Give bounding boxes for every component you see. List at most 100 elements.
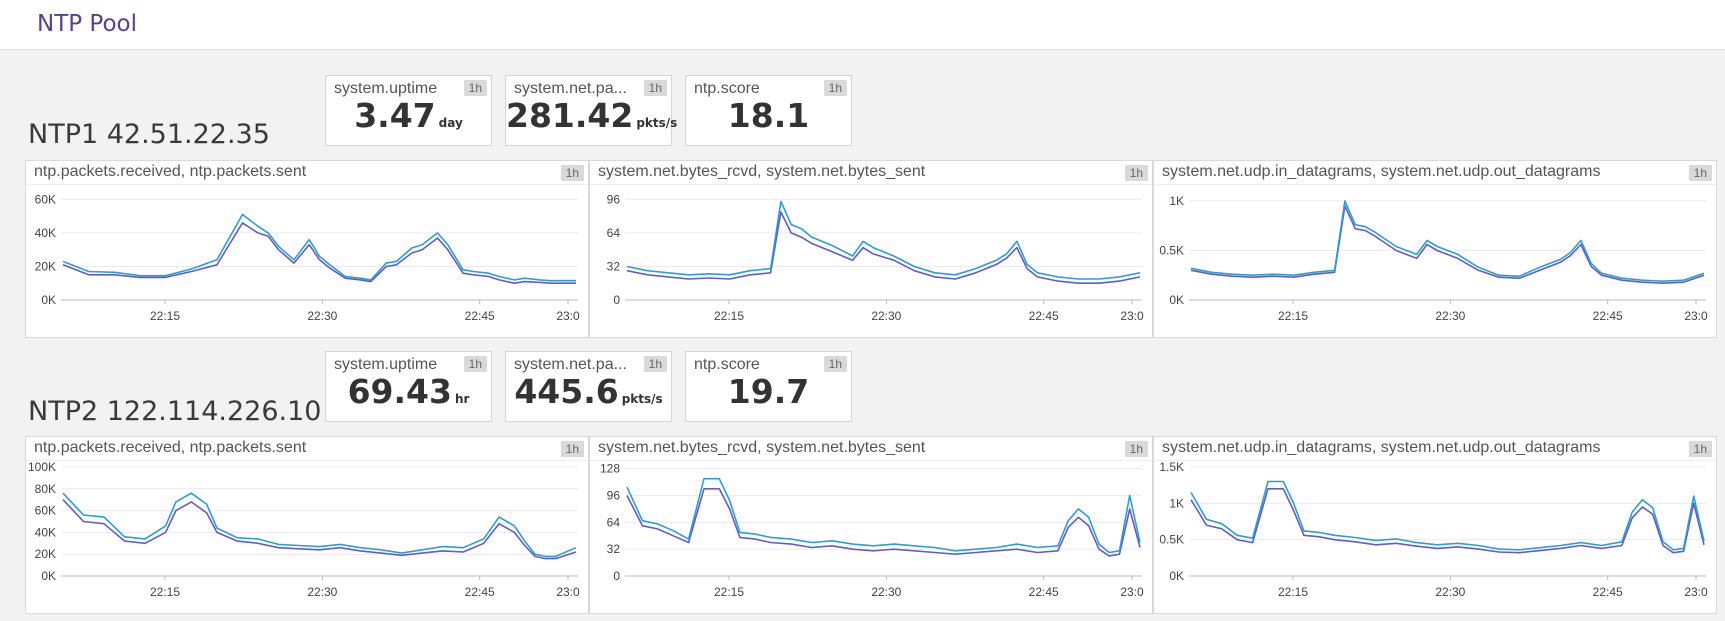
- series-line: [62, 499, 577, 560]
- time-badge: 1h: [560, 441, 584, 457]
- graph-title: ntp.packets.received, ntp.packets.sent: [34, 439, 307, 456]
- query-value-net-packets[interactable]: system.net.pa... 1h 445.6 pkts/s: [505, 351, 672, 422]
- graph-ntp2-udp[interactable]: system.net.udp.in_datagrams, system.net.…: [1153, 436, 1717, 614]
- x-tick-label: 22:45: [465, 309, 495, 323]
- y-tick-label: 20K: [35, 259, 56, 273]
- timeseries-chart[interactable]: 0 32 64 96 128 22:15 22:30 22:45 23:0: [590, 460, 1152, 613]
- time-badge: 1h: [643, 356, 667, 372]
- x-tick-label: 22:45: [1593, 309, 1623, 323]
- series-line: [1190, 487, 1705, 554]
- graph-ntp1-packets[interactable]: ntp.packets.received, ntp.packets.sent 1…: [25, 160, 589, 338]
- time-badge: 1h: [463, 80, 487, 96]
- graph-ntp1-bytes[interactable]: system.net.bytes_rcvd, system.net.bytes_…: [589, 160, 1153, 338]
- y-tick-label: 0K: [41, 293, 56, 307]
- y-tick-label: 60K: [35, 504, 56, 518]
- time-badge: 1h: [1688, 441, 1712, 457]
- x-tick-label: 22:30: [1435, 309, 1465, 323]
- timeseries-chart[interactable]: 0K 20K 40K 60K 22:15 22:30 22:45 23:0: [26, 184, 588, 337]
- graph-ntp1-udp[interactable]: system.net.udp.in_datagrams, system.net.…: [1153, 160, 1717, 338]
- x-tick-label: 22:15: [714, 309, 744, 323]
- y-tick-label: 0K: [41, 569, 56, 583]
- x-tick-label: 22:15: [1278, 309, 1308, 323]
- graph-title: system.net.bytes_rcvd, system.net.bytes_…: [598, 163, 926, 180]
- query-value-number: 69.43 hr: [347, 372, 470, 411]
- time-badge: 1h: [823, 80, 847, 96]
- x-tick-label: 23:0: [1684, 585, 1708, 599]
- y-tick-label: 60K: [35, 192, 56, 206]
- query-value-net-packets[interactable]: system.net.pa... 1h 281.42 pkts/s: [505, 75, 678, 146]
- time-badge: 1h: [463, 356, 487, 372]
- x-tick-label: 22:45: [465, 585, 495, 599]
- x-tick-label: 23:0: [1120, 585, 1144, 599]
- query-value-unit: pkts/s: [621, 392, 663, 406]
- host-title-ntp1: NTP1 42.51.22.35: [28, 119, 270, 150]
- y-tick-label: 32: [607, 542, 621, 556]
- timeseries-chart[interactable]: 0K 0.5K 1K 1.5K 22:15 22:30 22:45 23:0: [1154, 460, 1716, 613]
- query-value-number: 18.1: [727, 96, 810, 135]
- query-value-ntp-score[interactable]: ntp.score 1h 18.1: [685, 75, 852, 146]
- x-tick-label: 22:45: [1029, 585, 1059, 599]
- app-title[interactable]: NTP Pool: [37, 11, 137, 37]
- x-tick-label: 23:0: [556, 585, 580, 599]
- graph-title: system.net.udp.in_datagrams, system.net.…: [1162, 163, 1601, 180]
- y-tick-label: 0: [613, 569, 620, 583]
- y-tick-label: 1.5K: [1159, 460, 1184, 474]
- graph-ntp2-bytes[interactable]: system.net.bytes_rcvd, system.net.bytes_…: [589, 436, 1153, 614]
- y-tick-label: 40K: [35, 525, 56, 539]
- y-tick-label: 32: [607, 259, 621, 273]
- y-tick-label: 80K: [35, 482, 56, 496]
- y-tick-label: 0.5K: [1159, 243, 1184, 257]
- y-tick-label: 20K: [35, 547, 56, 561]
- series-line: [626, 200, 1141, 280]
- time-badge: 1h: [560, 165, 584, 181]
- time-badge: 1h: [1124, 441, 1148, 457]
- top-bar: NTP Pool: [0, 0, 1725, 50]
- y-tick-label: 96: [607, 489, 621, 503]
- query-value-number: 281.42 pkts/s: [506, 96, 678, 135]
- y-tick-label: 128: [600, 462, 620, 476]
- series-line: [62, 222, 576, 284]
- timeseries-chart[interactable]: 0 32 64 96 22:15 22:30 22:45 23:0: [590, 184, 1152, 337]
- x-tick-label: 22:30: [307, 309, 337, 323]
- y-tick-label: 0: [613, 293, 620, 307]
- x-tick-label: 22:30: [1435, 585, 1465, 599]
- y-tick-label: 0.5K: [1159, 533, 1184, 547]
- host-title-ntp2: NTP2 122.114.226.10: [28, 396, 322, 427]
- query-value-unit: day: [438, 116, 463, 130]
- x-tick-label: 22:15: [150, 585, 180, 599]
- y-tick-label: 1K: [1169, 496, 1184, 510]
- x-tick-label: 22:15: [1278, 585, 1308, 599]
- y-tick-label: 64: [607, 226, 621, 240]
- x-tick-label: 22:30: [871, 585, 901, 599]
- x-tick-label: 22:45: [1593, 585, 1623, 599]
- x-tick-label: 22:45: [1029, 309, 1059, 323]
- y-tick-label: 0K: [1169, 293, 1184, 307]
- x-tick-label: 23:0: [556, 309, 580, 323]
- series-line: [62, 213, 576, 282]
- y-tick-label: 0K: [1169, 569, 1184, 583]
- y-tick-label: 1K: [1169, 194, 1184, 208]
- y-tick-label: 96: [607, 192, 621, 206]
- query-value-ntp-score[interactable]: ntp.score 1h 19.7: [685, 351, 852, 422]
- x-tick-label: 23:0: [1684, 309, 1708, 323]
- timeseries-chart[interactable]: 0K 0.5K 1K 22:15 22:30 22:45 23:0: [1154, 184, 1716, 337]
- x-tick-label: 22:15: [714, 585, 744, 599]
- y-tick-label: 100K: [28, 460, 56, 474]
- query-value-unit: pkts/s: [636, 116, 678, 130]
- query-value-number: 3.47 day: [354, 96, 463, 135]
- graph-ntp2-packets[interactable]: ntp.packets.received, ntp.packets.sent 1…: [25, 436, 589, 614]
- x-tick-label: 23:0: [1120, 309, 1144, 323]
- query-value-uptime[interactable]: system.uptime 1h 3.47 day: [325, 75, 492, 146]
- x-tick-label: 22:30: [871, 309, 901, 323]
- y-tick-label: 40K: [35, 226, 56, 240]
- time-badge: 1h: [1124, 165, 1148, 181]
- graph-title: system.net.bytes_rcvd, system.net.bytes_…: [598, 439, 926, 456]
- y-tick-label: 64: [607, 515, 621, 529]
- query-value-uptime[interactable]: system.uptime 1h 69.43 hr: [325, 351, 492, 422]
- time-badge: 1h: [1688, 165, 1712, 181]
- timeseries-chart[interactable]: 0K 20K 40K 60K 80K 100K 22:15 22:30 22:45 23:0: [26, 460, 588, 613]
- x-tick-label: 22:15: [150, 309, 180, 323]
- series-line: [1190, 200, 1705, 282]
- series-line: [1190, 205, 1705, 284]
- time-badge: 1h: [823, 356, 847, 372]
